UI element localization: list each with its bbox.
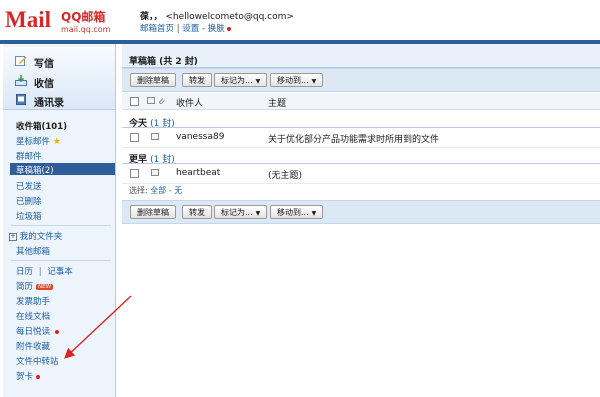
sidebar-item-other-mailbox[interactable]: 其他邮箱 <box>16 245 50 257</box>
calendar-separator: | <box>38 267 42 277</box>
select-all-link[interactable]: 全部 <box>150 186 166 195</box>
sidebar-item-calendar-notepad: 日历 | 记事本 <box>16 265 73 277</box>
chevron-down-icon: ▼ <box>255 210 261 217</box>
mark-as-label: 标记为... <box>221 76 253 85</box>
sidebar-item-file-transfer[interactable]: 文件中转站 <box>16 355 59 367</box>
sidebar-item-starred[interactable]: 星标邮件 ★ <box>16 135 61 147</box>
cards-label: 贺卡 <box>16 372 34 382</box>
row-checkbox[interactable] <box>130 133 139 142</box>
unread-dot-icon <box>55 329 60 334</box>
table-row[interactable]: heartbeat (无主题) <box>122 164 600 184</box>
move-to-dropdown[interactable]: 移动到... ▼ <box>270 205 324 219</box>
select-none-link[interactable]: 无 <box>174 186 182 195</box>
select-bar: 选择: 全部 - 无 <box>122 185 600 198</box>
link-separator: | <box>176 24 180 34</box>
unread-dot-icon <box>36 374 41 379</box>
mark-as-dropdown[interactable]: 标记为... ▼ <box>214 205 268 219</box>
calendar-link[interactable]: 日历 <box>16 267 33 277</box>
sidebar-divider <box>11 260 111 261</box>
mail-type-icon <box>147 97 155 104</box>
daily-read-label: 每日悦读 <box>16 327 51 337</box>
pencil-icon <box>15 56 27 66</box>
mark-as-dropdown[interactable]: 标记为... ▼ <box>214 73 268 87</box>
row-recipient[interactable]: vanessa89 <box>176 132 224 142</box>
switch-skin-link[interactable]: 换肤 <box>208 24 225 34</box>
mark-as-label: 标记为... <box>221 208 253 217</box>
logo-brand: Mail <box>5 7 51 32</box>
table-row[interactable]: vanessa89 关于优化部分产品功能需求时所用到的文件 <box>122 128 600 148</box>
select-all-checkbox[interactable] <box>130 97 139 106</box>
chevron-down-icon: ▼ <box>311 210 317 217</box>
sidebar-item-my-folders[interactable]: + 我的文件夹 <box>9 230 62 242</box>
compose-label: 写信 <box>34 59 54 70</box>
sidebar-item-online-docs[interactable]: 在线文档 <box>16 310 50 322</box>
sidebar-item-drafts[interactable]: 草稿箱(2) <box>16 164 54 176</box>
row-recipient[interactable]: heartbeat <box>176 168 220 178</box>
contacts-label: 通讯录 <box>34 98 64 109</box>
column-recipient[interactable]: 收件人 <box>176 96 203 109</box>
settings-link[interactable]: 设置 <box>182 24 199 34</box>
logo-qq-text: QQ邮箱 <box>61 10 106 24</box>
select-dash: - <box>168 186 172 195</box>
sidebar-item-deleted[interactable]: 已删除 <box>16 195 42 207</box>
toolbar-bottom: 删除草稿 转发 标记为... ▼ 移动到... ▼ <box>122 200 600 224</box>
sidebar: 写信 收信 通讯录 收件箱(101) 星标邮件 ★ 群邮件 草稿箱(2) 已发送… <box>3 44 116 397</box>
sidebar-item-group-mail[interactable]: 群邮件 <box>16 150 42 162</box>
forward-button[interactable]: 转发 <box>182 73 212 87</box>
star-icon: ★ <box>52 137 61 147</box>
inbox-download-icon <box>15 75 27 86</box>
header-links: 邮箱首页 | 设置 - 换肤 <box>140 22 231 34</box>
link-dash: - <box>202 24 206 34</box>
expand-plus-icon[interactable]: + <box>9 232 17 241</box>
attachment-icon <box>159 98 165 105</box>
logo-domain: mail.qq.com <box>61 25 111 34</box>
page-title: 草稿箱 (共 2 封) <box>129 57 198 67</box>
column-subject[interactable]: 主题 <box>268 96 286 109</box>
sidebar-item-cards[interactable]: 贺卡 <box>16 370 41 382</box>
column-header: 收件人 主题 <box>122 93 600 110</box>
move-to-dropdown[interactable]: 移动到... ▼ <box>270 73 324 87</box>
chevron-down-icon: ▼ <box>311 78 317 85</box>
draft-mail-icon <box>151 169 159 176</box>
move-to-label: 移动到... <box>277 76 309 85</box>
mailbox-home-link[interactable]: 邮箱首页 <box>140 24 174 34</box>
my-folders-label: 我的文件夹 <box>19 232 63 242</box>
delete-draft-button[interactable]: 删除草稿 <box>130 205 176 219</box>
sidebar-item-resume[interactable]: 简历 NEW <box>16 280 54 292</box>
row-checkbox[interactable] <box>130 169 139 178</box>
new-badge: NEW <box>36 283 54 290</box>
sidebar-item-attachments[interactable]: 附件收藏 <box>16 340 50 352</box>
sidebar-item-mass-assistant[interactable]: 发票助手 <box>16 295 50 307</box>
forward-button[interactable]: 转发 <box>182 205 212 219</box>
sidebar-item-daily-read[interactable]: 每日悦读 <box>16 325 60 337</box>
new-dot-icon <box>226 26 231 31</box>
resume-label: 简历 <box>16 282 34 292</box>
sidebar-item-trash[interactable]: 垃圾箱 <box>16 210 42 222</box>
qq-mail-logo[interactable]: Mail QQ邮箱 mail.qq.com <box>5 6 135 34</box>
user-email: <hellowelcometo@qq.com> <box>165 12 294 22</box>
toolbar-top: 删除草稿 转发 标记为... ▼ 移动到... ▼ <box>122 68 600 92</box>
user-name: 葆，， <box>140 12 163 22</box>
delete-draft-button[interactable]: 删除草稿 <box>130 73 176 87</box>
chevron-down-icon: ▼ <box>255 78 261 85</box>
notepad-link[interactable]: 记事本 <box>47 267 73 277</box>
move-to-label: 移动到... <box>277 208 309 217</box>
starred-label: 星标邮件 <box>16 137 51 147</box>
address-book-icon <box>16 94 26 105</box>
select-label: 选择: <box>129 186 148 195</box>
draft-mail-icon <box>151 133 159 140</box>
sidebar-item-sent[interactable]: 已发送 <box>16 180 42 192</box>
user-info: 葆，， <hellowelcometo@qq.com> <box>140 9 294 22</box>
sidebar-divider <box>11 225 111 226</box>
receive-label: 收信 <box>34 79 54 90</box>
sidebar-item-inbox[interactable]: 收件箱(101) <box>16 120 67 132</box>
quick-actions: 写信 收信 通讯录 <box>3 47 115 110</box>
row-subject[interactable]: (无主题) <box>268 168 302 181</box>
row-subject[interactable]: 关于优化部分产品功能需求时所用到的文件 <box>268 132 439 145</box>
